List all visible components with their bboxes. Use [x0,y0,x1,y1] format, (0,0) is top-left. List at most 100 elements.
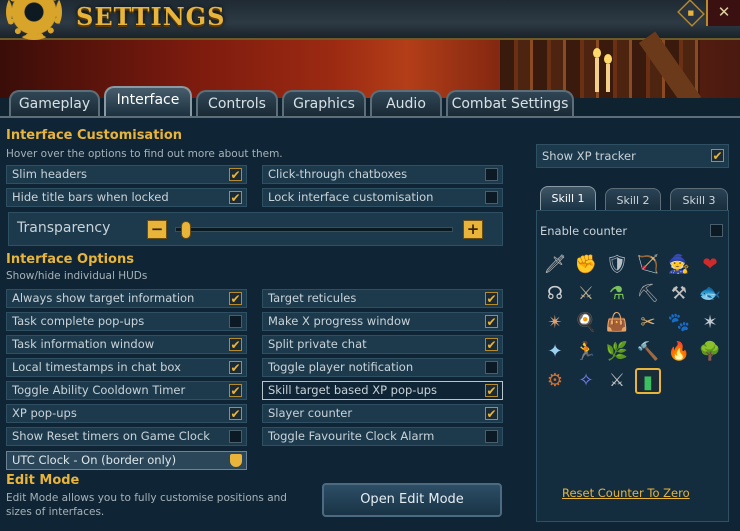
option-label: Hide title bars when locked [12,190,169,204]
option-row[interactable]: Click-through chatboxes [262,165,503,184]
section-description: Edit Mode allows you to fully customise … [6,492,287,504]
option-row[interactable]: Toggle Ability Cooldown Timer ✔ [6,381,247,400]
plus-button[interactable]: + [463,220,483,239]
checkbox[interactable]: ✔ [229,191,242,204]
option-row[interactable]: XP pop-ups ✔ [6,404,247,423]
option-label: Lock interface customisation [268,190,434,204]
clock-dropdown[interactable]: UTC Clock - On (border only) [6,451,247,470]
minus-button[interactable]: − [147,220,167,239]
open-edit-mode-button[interactable]: Open Edit Mode [322,483,502,517]
option-row[interactable]: Show Reset timers on Game Clock [6,427,247,446]
checkbox[interactable]: ✔ [229,168,242,181]
woodcutting-icon[interactable]: 🌳 [697,339,723,365]
option-label: Task complete pop-ups [12,314,145,328]
checkbox[interactable]: ✔ [485,338,498,351]
option-row[interactable]: Toggle player notification [262,358,503,377]
dungeoneering-icon[interactable]: 🏃 [573,339,599,365]
mining-icon[interactable]: ⛏ [635,281,661,307]
option-label: Skill target based XP pop-ups [268,383,438,397]
defence-icon[interactable]: 🛡 [604,252,630,278]
header-banner: SETTINGS ◆ ✕ [0,0,740,98]
window-title: SETTINGS [76,2,226,31]
option-row[interactable]: Lock interface customisation [262,188,503,207]
option-row[interactable]: Make X progress window ✔ [262,312,503,331]
checkbox[interactable] [485,361,498,374]
total-level-icon[interactable]: ▮ [635,368,661,394]
close-icon[interactable]: ✕ [706,0,740,26]
herblore-icon[interactable]: ⚗ [604,281,630,307]
checkbox[interactable]: ✔ [711,149,724,162]
attack-icon[interactable]: 🗡 [542,252,568,278]
option-label: Make X progress window [268,314,411,328]
settings-window: SETTINGS ◆ ✕ Gameplay Interface Controls… [0,0,740,531]
option-row[interactable]: Split private chat ✔ [262,335,503,354]
option-row[interactable]: Toggle Favourite Clock Alarm [262,427,503,446]
checkbox[interactable]: ✔ [229,384,242,397]
transparency-slider[interactable] [175,227,453,232]
runecrafting-icon[interactable]: ✴ [542,310,568,336]
option-row[interactable]: Skill target based XP pop-ups ✔ [262,381,503,400]
tab-combat-settings[interactable]: Combat Settings [446,90,574,116]
fishing-icon[interactable]: 🐟 [697,281,723,307]
summoning-icon[interactable]: ✶ [697,310,723,336]
slayer-icon[interactable]: ⚔ [604,368,630,394]
tab-audio[interactable]: Audio [370,90,442,116]
checkbox[interactable] [485,191,498,204]
option-row[interactable]: Local timestamps in chat box ✔ [6,358,247,377]
checkbox[interactable]: ✔ [229,407,242,420]
tab-graphics[interactable]: Graphics [282,90,366,116]
option-label: Show XP tracker [542,149,636,163]
option-row[interactable]: Slim headers ✔ [6,165,247,184]
option-label: Always show target information [12,291,195,305]
slider-handle[interactable] [181,221,191,239]
tab-bar: Gameplay Interface Controls Graphics Aud… [0,86,740,116]
cooking-icon[interactable]: 🍳 [573,310,599,336]
divination-icon[interactable]: ✦ [542,339,568,365]
checkbox[interactable]: ✔ [229,338,242,351]
checkbox[interactable] [485,168,498,181]
farming-icon[interactable]: 🌿 [604,339,630,365]
option-label: Toggle player notification [268,360,414,374]
checkbox[interactable]: ✔ [485,292,498,305]
checkbox[interactable]: ✔ [229,361,242,374]
option-row[interactable]: Target reticules ✔ [262,289,503,308]
prayer-icon[interactable]: ☊ [542,281,568,307]
smithing-icon[interactable]: ⚒ [666,281,692,307]
magic-icon[interactable]: 🧙 [666,252,692,278]
archaeology-icon[interactable]: ✧ [573,368,599,394]
enable-counter-checkbox[interactable] [710,224,723,237]
ranged-icon[interactable]: 🏹 [635,252,661,278]
option-row[interactable]: Always show target information ✔ [6,289,247,308]
option-label: Toggle Ability Cooldown Timer [12,383,186,397]
crafting-icon[interactable]: ✂ [635,310,661,336]
option-row[interactable]: Task complete pop-ups [6,312,247,331]
reset-counter-link[interactable]: Reset Counter To Zero [562,486,690,500]
checkbox[interactable] [485,430,498,443]
hunter-icon[interactable]: 🐾 [666,310,692,336]
thieving-icon[interactable]: 👜 [604,310,630,336]
option-label: Task information window [12,337,155,351]
option-row[interactable]: Slayer counter ✔ [262,404,503,423]
checkbox[interactable]: ✔ [485,315,498,328]
tab-gameplay[interactable]: Gameplay [9,90,100,116]
option-label: Split private chat [268,337,367,351]
agility-icon[interactable]: ⚔ [573,281,599,307]
checkbox[interactable] [229,430,242,443]
option-row[interactable]: Hide title bars when locked ✔ [6,188,247,207]
section-description: Show/hide individual HUDs [6,270,148,282]
checkbox[interactable] [229,315,242,328]
construction-icon[interactable]: 🔨 [635,339,661,365]
option-label: Show Reset timers on Game Clock [12,429,210,443]
tab-controls[interactable]: Controls [196,90,278,116]
strength-icon[interactable]: ✊ [573,252,599,278]
checkbox[interactable]: ✔ [485,407,498,420]
checkbox[interactable]: ✔ [485,384,498,397]
tab-interface[interactable]: Interface [104,86,192,116]
invention-icon[interactable]: ⚙ [542,368,568,394]
firemaking-icon[interactable]: 🔥 [666,339,692,365]
constitution-icon[interactable]: ❤ [697,252,723,278]
checkbox[interactable]: ✔ [229,292,242,305]
option-row[interactable]: Task information window ✔ [6,335,247,354]
option-label: Click-through chatboxes [268,167,408,181]
show-xp-tracker-row[interactable]: Show XP tracker ✔ [536,144,729,168]
